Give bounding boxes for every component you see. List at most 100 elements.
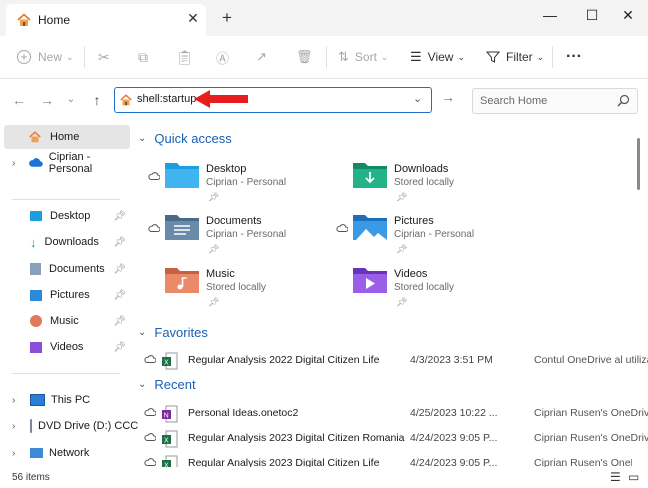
sort-button[interactable]: ⇅ Sort ⌄: [338, 46, 388, 68]
item-status: Stored locally: [394, 177, 455, 188]
minimize-button[interactable]: —: [536, 4, 564, 26]
up-button[interactable]: ↑: [88, 91, 106, 109]
item-count: 56 items: [12, 472, 50, 483]
sidebar-item-network[interactable]: › Network: [4, 441, 130, 465]
sidebar-item-label: Desktop: [50, 210, 91, 222]
item-name: Videos: [394, 268, 428, 280]
paste-button[interactable]: 📋︎: [176, 46, 194, 68]
view-button[interactable]: ☰ View ⌄: [410, 46, 465, 68]
downloads-folder-icon: [353, 163, 387, 188]
sidebar-item-label: Pictures: [50, 289, 90, 301]
pin-icon: 📌︎: [113, 263, 126, 275]
table-row[interactable]: X Regular Analysis 2022 Digital Citizen …: [144, 349, 648, 373]
sidebar-item-documents[interactable]: Documents 📌︎: [4, 257, 130, 281]
sidebar-item-label: Home: [50, 131, 80, 143]
go-arrow-icon[interactable]: →: [438, 89, 458, 109]
pin-icon: 📌︎: [208, 192, 220, 202]
chevron-right-icon[interactable]: ›: [12, 395, 15, 406]
search-input[interactable]: Search Home: [472, 88, 638, 114]
quick-access-item[interactable]: Pictures Ciprian - Personal 📌︎: [324, 211, 504, 259]
pin-icon: 📌︎: [208, 244, 220, 254]
sidebar-item-videos[interactable]: Videos 📌︎: [4, 335, 130, 359]
sidebar-item-home[interactable]: Home: [4, 125, 130, 149]
rename-icon: Ⓐ: [216, 50, 230, 66]
item-status: Ciprian - Personal: [206, 177, 287, 188]
home-icon: [120, 94, 132, 106]
details-view-icon[interactable]: ☰: [610, 470, 621, 484]
item-name: Downloads: [394, 163, 449, 175]
quick-access-item[interactable]: Videos Stored locally 📌︎: [324, 264, 504, 312]
chevron-right-icon[interactable]: ›: [12, 158, 15, 169]
cloud-icon: [144, 408, 156, 416]
close-window-button[interactable]: ✕: [614, 4, 642, 26]
music-icon: [30, 315, 42, 327]
maximize-button[interactable]: ☐: [578, 4, 606, 26]
quick-access-item[interactable]: Downloads Stored locally 📌︎: [324, 159, 504, 207]
scrollbar-thumb[interactable]: [637, 138, 640, 190]
quick-access-item[interactable]: Documents Ciprian - Personal 📌︎: [136, 211, 316, 259]
cut-button[interactable]: ✂: [98, 46, 110, 68]
rename-button[interactable]: Ⓐ: [216, 46, 229, 68]
sidebar-item-downloads[interactable]: ↓ Downloads 📌︎: [4, 230, 130, 254]
sidebar-item-this-pc[interactable]: › This PC: [4, 388, 130, 412]
video-icon: [30, 341, 42, 353]
forward-button[interactable]: →: [38, 91, 56, 109]
quick-access-item[interactable]: Desktop Ciprian - Personal 📌︎: [136, 159, 316, 207]
tiles-view-icon[interactable]: ▭: [628, 470, 639, 484]
delete-button[interactable]: 🗑︎: [296, 46, 313, 68]
sidebar-item-desktop[interactable]: Desktop 📌︎: [4, 204, 130, 228]
item-status: Stored locally: [394, 282, 455, 293]
file-location: Ciprian Rusen's OneDrive: [534, 457, 632, 467]
cloud-icon: [144, 355, 156, 363]
divider: [12, 199, 120, 200]
excel-file-icon: X: [162, 352, 178, 370]
new-tab-button[interactable]: +: [218, 8, 236, 28]
address-bar[interactable]: shell:startup ⌄: [114, 87, 432, 113]
quick-access-header[interactable]: ⌄ Quick access: [138, 131, 232, 146]
sidebar-item-label: Network: [49, 447, 90, 459]
tab-home[interactable]: Home ✕: [6, 4, 206, 36]
desktop-folder-icon: [165, 163, 199, 188]
download-icon: ↓: [30, 234, 37, 250]
recent-locations-icon[interactable]: ⌄: [62, 91, 80, 109]
close-tab-icon[interactable]: ✕: [184, 10, 202, 27]
recent-header[interactable]: ⌄ Recent: [138, 377, 196, 392]
pin-icon: 📌︎: [113, 210, 126, 222]
filter-button[interactable]: Filter ⌄: [486, 46, 544, 68]
view-icon: ☰: [410, 49, 422, 64]
sidebar-item-pictures[interactable]: Pictures 📌︎: [4, 283, 130, 307]
chevron-right-icon[interactable]: ›: [12, 421, 15, 432]
title-bar: Home ✕ + — ☐ ✕: [0, 0, 648, 36]
search-placeholder: Search Home: [480, 95, 548, 107]
pictures-folder-icon: [353, 215, 387, 240]
excel-file-icon: X: [162, 430, 178, 448]
sidebar-item-music[interactable]: Music 📌︎: [4, 309, 130, 333]
chevron-right-icon[interactable]: ›: [12, 448, 15, 459]
back-button[interactable]: ←: [10, 91, 28, 109]
file-location: Ciprian Rusen's OneDrive: [534, 407, 648, 419]
svg-text:N: N: [164, 413, 169, 420]
clipboard-icon: 📋︎: [176, 48, 194, 65]
file-date: 4/24/2023 9:05 P...: [410, 457, 498, 467]
item-name: Documents: [206, 215, 262, 227]
vertical-scrollbar[interactable]: [636, 128, 642, 458]
address-row: ← → ⌄ ↑ shell:startup ⌄ → Search Home: [0, 79, 648, 121]
quick-access-item[interactable]: Music Stored locally 📌︎: [136, 264, 316, 312]
pin-icon: 📌︎: [113, 236, 126, 248]
copy-button[interactable]: ⧉: [138, 46, 148, 68]
pin-icon: 📌︎: [396, 192, 408, 202]
table-row[interactable]: X Regular Analysis 2023 Digital Citizen …: [144, 452, 632, 467]
table-row[interactable]: N Personal Ideas.onetoc2 4/25/2023 10:22…: [144, 402, 648, 426]
more-options-button[interactable]: ···: [566, 46, 582, 68]
sidebar-item-dvd-drive[interactable]: › DVD Drive (D:) CCC: [4, 414, 138, 438]
cloud-icon: [148, 224, 160, 232]
table-row[interactable]: X Regular Analysis 2023 Digital Citizen …: [144, 427, 648, 451]
sidebar-item-onedrive[interactable]: › Ciprian - Personal: [4, 151, 130, 175]
new-button[interactable]: New ⌄: [16, 46, 74, 68]
content-pane: ⌄ Quick access Desktop Ciprian - Persona…: [134, 121, 648, 467]
chevron-down-icon[interactable]: ⌄: [413, 92, 422, 105]
sort-label: Sort: [354, 50, 377, 64]
favorites-header[interactable]: ⌄ Favorites: [138, 325, 208, 340]
share-button[interactable]: ↗: [256, 46, 267, 68]
status-bar: 56 items ☰ ▭: [0, 468, 648, 488]
